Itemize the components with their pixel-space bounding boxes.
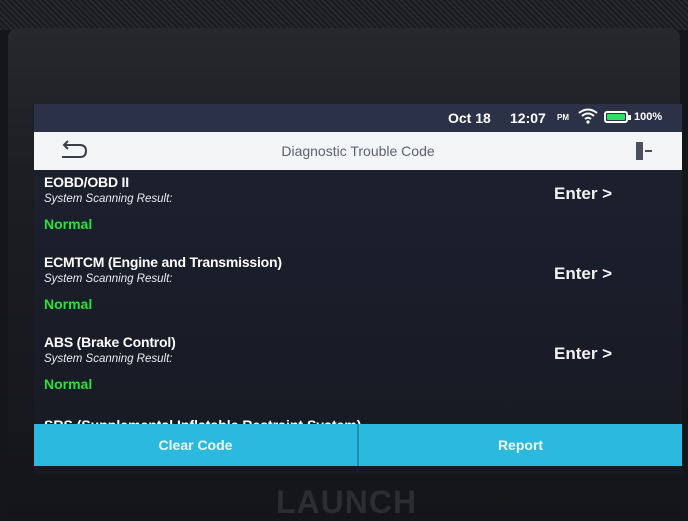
page-title: Diagnostic Trouble Code: [281, 143, 435, 159]
enter-button[interactable]: Enter >: [554, 184, 612, 204]
item-name: ABS (Brake Control): [44, 334, 176, 350]
item-subtitle: System Scanning Result:: [44, 273, 173, 285]
battery-level: [607, 114, 625, 120]
exit-icon: [636, 142, 652, 160]
item-subtitle: System Scanning Result:: [44, 353, 173, 365]
item-result: Normal: [44, 216, 93, 232]
report-button[interactable]: Report: [359, 424, 682, 466]
list-item: ECMTCM (Engine and Transmission) System …: [34, 250, 682, 330]
list-item: ABS (Brake Control) System Scanning Resu…: [34, 330, 682, 410]
system-list: EOBD/OBD II System Scanning Result: Norm…: [34, 170, 682, 430]
battery-percentage: 100%: [634, 111, 663, 123]
item-name: ECMTCM (Engine and Transmission): [44, 254, 282, 270]
status-date: Oct 18: [448, 110, 491, 126]
item-result: Normal: [44, 376, 93, 392]
device-brand-logo: LAUNCH: [276, 484, 418, 520]
enter-button[interactable]: Enter >: [554, 264, 612, 284]
enter-button[interactable]: Enter >: [554, 344, 612, 364]
item-name: EOBD/OBD II: [44, 174, 129, 190]
status-bar: Oct 18 12:07 PM 100%: [34, 104, 682, 132]
list-item: EOBD/OBD II System Scanning Result: Norm…: [34, 170, 682, 250]
wifi-icon: [578, 108, 598, 127]
title-bar: Diagnostic Trouble Code: [34, 132, 682, 170]
battery-icon: [604, 111, 631, 123]
item-subtitle: System Scanning Result:: [44, 193, 173, 205]
device-screen: Oct 18 12:07 PM 100% Diagnostic Trouble …: [34, 104, 682, 474]
status-time: 12:07: [510, 110, 546, 126]
speaker-grille: [0, 0, 688, 30]
clear-code-button[interactable]: Clear Code: [34, 424, 357, 466]
status-signal-indicator: PM: [557, 113, 569, 122]
bottom-action-bar: Clear Code Report: [34, 424, 682, 466]
item-result: Normal: [44, 296, 93, 312]
exit-button[interactable]: [632, 139, 654, 163]
